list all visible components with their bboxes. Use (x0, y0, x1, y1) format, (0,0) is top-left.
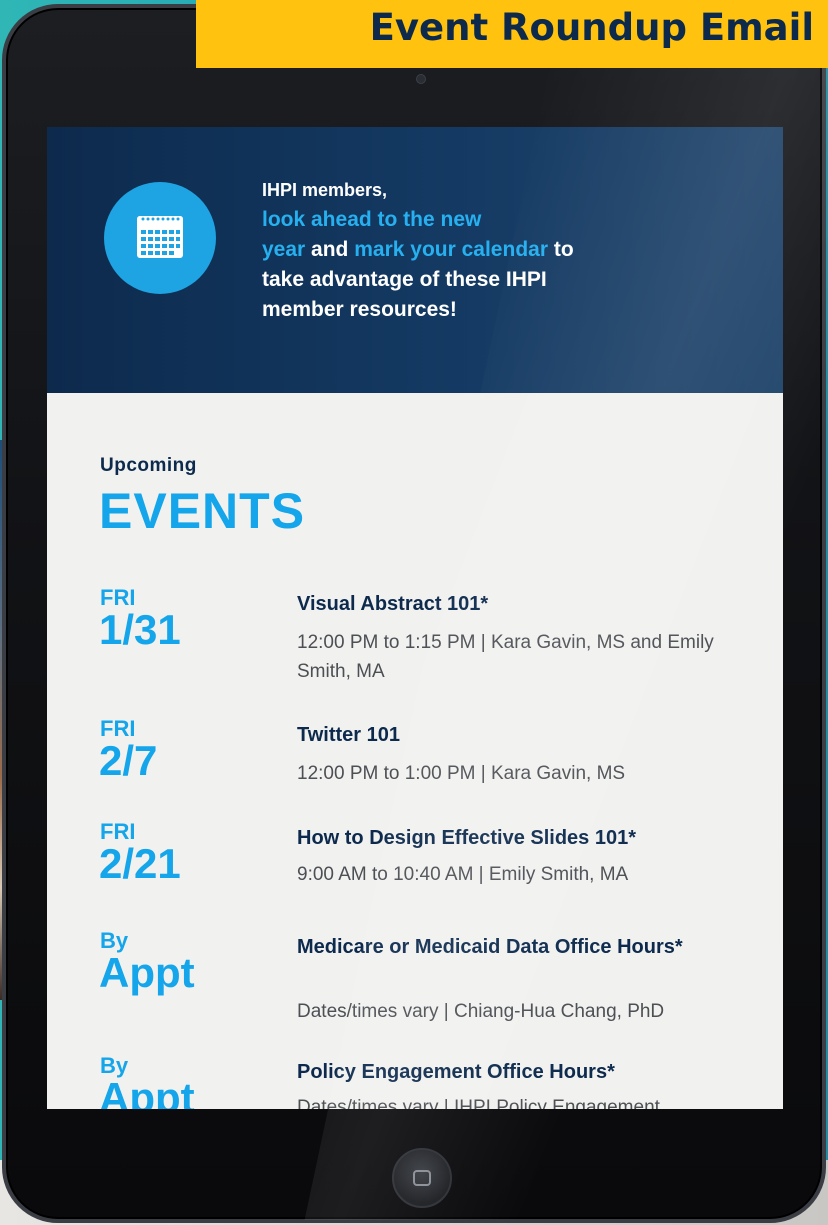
hero-text-and: and (305, 238, 355, 261)
home-button-icon[interactable] (392, 1148, 452, 1208)
hero-text-to: to (548, 238, 574, 261)
hero-highlight-calendar: mark your calendar (354, 238, 548, 261)
event-detail: 12:00 PM to 1:15 PM | Kara Gavin, MS and… (297, 632, 714, 682)
hero-highlight-year: year (262, 238, 306, 261)
event-date: Appt (99, 1074, 195, 1110)
event-title[interactable]: How to Design Effective Slides 101* (297, 825, 727, 852)
hero-line-5: member resources! (262, 298, 457, 321)
event-date: 2/7 (99, 737, 158, 784)
event-detail: 9:00 AM to 10:40 AM | Emily Smith, MA (297, 864, 629, 885)
home-square-icon (413, 1170, 431, 1186)
hero-line-3: year and mark your calendar to (262, 235, 732, 265)
hero-greeting: IHPI members, (262, 180, 388, 200)
event-detail: Dates/times vary | IHPI Policy Engagemen… (297, 1097, 660, 1109)
hero-line-2: look ahead to the new (262, 208, 482, 231)
hero-line-4: take advantage of these IHPI (262, 268, 547, 291)
event-title[interactable]: Medicare or Medicaid Data Office Hours* (297, 934, 727, 961)
email-screen: IHPI members, look ahead to the new year… (47, 127, 783, 1109)
calendar-badge (104, 182, 216, 294)
banner-title: Event Roundup Email (369, 5, 814, 49)
events-subheading: Upcoming (100, 455, 197, 476)
hero-message: IHPI members, look ahead to the new year… (262, 175, 732, 325)
event-date: 2/21 (99, 840, 181, 887)
event-title[interactable]: Policy Engagement Office Hours* (297, 1059, 727, 1086)
event-detail: Dates/times vary | Chiang-Hua Chang, PhD (297, 1001, 665, 1022)
events-heading: EVENTS (99, 483, 306, 539)
camera-icon (416, 74, 426, 84)
title-banner: Event Roundup Email (196, 0, 828, 68)
event-detail: 12:00 PM to 1:00 PM | Kara Gavin, MS (297, 763, 626, 784)
event-title[interactable]: Visual Abstract 101* (297, 591, 727, 618)
calendar-icon (137, 216, 183, 258)
event-date: Appt (99, 949, 195, 996)
hero-banner: IHPI members, look ahead to the new year… (47, 127, 783, 393)
event-title[interactable]: Twitter 101 (297, 722, 727, 749)
event-date: 1/31 (99, 606, 181, 653)
